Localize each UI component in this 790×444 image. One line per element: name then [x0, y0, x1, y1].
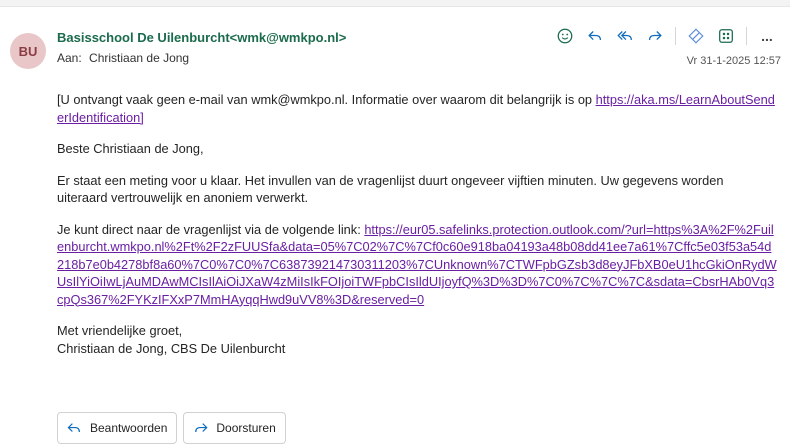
reply-button[interactable]: Beantwoorden: [57, 412, 178, 444]
reply-all-icon[interactable]: [612, 24, 638, 48]
recipient-line: Aan: Christiaan de Jong: [57, 51, 189, 65]
loop-icon[interactable]: [683, 24, 709, 48]
apps-icon[interactable]: [713, 24, 739, 48]
signature: Christiaan de Jong, CBS De Uilenburcht: [57, 340, 286, 356]
paragraph-info: Er staat een meting voor u klaar. Het in…: [57, 172, 724, 206]
notice-text: [U ontvangt vaak geen e-mail van wmk@wmk…: [57, 92, 596, 107]
forward-icon: [195, 423, 208, 432]
forward-label: Doorsturen: [216, 421, 276, 435]
more-label: ...: [761, 28, 773, 44]
sender[interactable]: Basisschool De Uilenburcht<wmk@wmkpo.nl>: [57, 30, 346, 45]
sender-notice: [U ontvangt vaak geen e-mail van wmk@wmk…: [57, 91, 777, 126]
toolbar-divider: [675, 27, 676, 45]
message-toolbar: ...: [552, 24, 780, 48]
sender-name[interactable]: Basisschool De Uilenburcht: [57, 30, 230, 45]
to-label: Aan:: [57, 51, 82, 65]
emoji-icon[interactable]: [552, 24, 578, 48]
reply-actions: Beantwoorden Doorsturen: [57, 412, 286, 444]
avatar[interactable]: BU: [10, 33, 46, 69]
sender-email[interactable]: <wmk@wmkpo.nl>: [230, 30, 347, 45]
paragraph-link: Je kunt direct naar de vragenlijst via d…: [57, 221, 777, 309]
top-strip: [0, 0, 790, 7]
greeting: Beste Christiaan de Jong,: [57, 141, 204, 156]
closing: Met vriendelijke groet,: [57, 323, 183, 338]
reply-icon[interactable]: [582, 24, 608, 48]
forward-icon[interactable]: [642, 24, 668, 48]
link-intro: Je kunt direct naar de vragenlijst via d…: [57, 221, 365, 237]
sign-off: Met vriendelijke groet, Christiaan de Jo…: [57, 322, 777, 357]
reply-label: Beantwoorden: [90, 421, 168, 435]
more-icon[interactable]: ...: [754, 24, 780, 48]
message-body: [U ontvangt vaak geen e-mail van wmk@wmk…: [57, 91, 777, 357]
message-datetime: Vr 31-1-2025 12:57: [686, 55, 781, 67]
toolbar-divider: [746, 27, 747, 45]
reply-icon: [67, 423, 80, 432]
forward-button[interactable]: Doorsturen: [183, 412, 286, 444]
recipient-name[interactable]: Christiaan de Jong: [89, 51, 189, 65]
